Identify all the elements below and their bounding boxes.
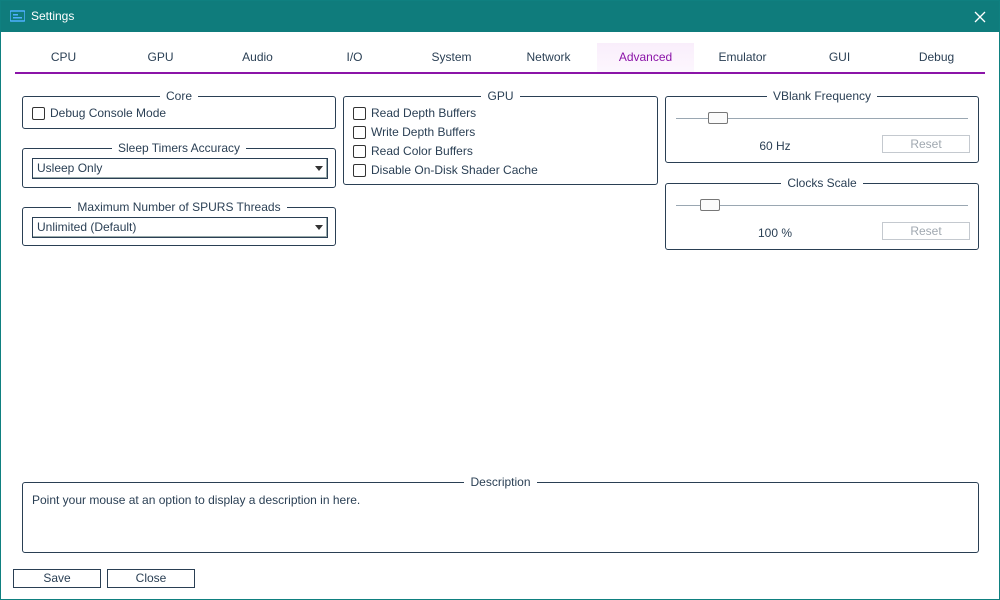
description-group: Description Point your mouse at an optio… — [22, 475, 979, 553]
read-depth-buffers-checkbox[interactable]: Read Depth Buffers — [353, 105, 476, 121]
tab-network[interactable]: Network — [500, 43, 597, 73]
tab-cpu[interactable]: CPU — [15, 43, 112, 73]
debug-console-mode-label: Debug Console Mode — [50, 106, 167, 120]
sleep-timers-group: Sleep Timers Accuracy Usleep Only — [22, 141, 336, 188]
checkbox-box[interactable] — [353, 125, 366, 139]
save-button[interactable]: Save — [13, 569, 101, 588]
app-icon — [9, 10, 26, 22]
vblank-title: VBlank Frequency — [766, 89, 878, 103]
gpu-group-title: GPU — [481, 89, 520, 103]
debug-console-mode-checkbox[interactable]: Debug Console Mode — [32, 105, 166, 121]
tab-gui[interactable]: GUI — [791, 43, 888, 73]
description-title: Description — [464, 475, 537, 489]
spurs-threads-title: Maximum Number of SPURS Threads — [71, 200, 287, 214]
spurs-threads-value: Unlimited (Default) — [37, 220, 137, 234]
read-color-buffers-checkbox[interactable]: Read Color Buffers — [353, 143, 473, 159]
tab-advanced[interactable]: Advanced — [597, 43, 694, 73]
write-depth-buffers-label: Write Depth Buffers — [371, 125, 476, 139]
core-group: Core Debug Console Mode — [22, 89, 336, 129]
clocks-slider-handle[interactable] — [700, 199, 720, 211]
clocks-reset-button[interactable]: Reset — [882, 222, 970, 240]
checkbox-box[interactable] — [353, 144, 366, 158]
sleep-timers-title: Sleep Timers Accuracy — [111, 141, 247, 155]
read-depth-buffers-label: Read Depth Buffers — [371, 106, 477, 120]
settings-window: Settings CPU GPU Audio I/O System Networ… — [0, 0, 1000, 600]
gpu-group: GPU Read Depth Buffers Write Depth Buffe… — [343, 89, 658, 185]
checkbox-box[interactable] — [32, 106, 45, 120]
write-depth-buffers-checkbox[interactable]: Write Depth Buffers — [353, 124, 475, 140]
tab-system[interactable]: System — [403, 43, 500, 73]
clocks-value: 100 % — [757, 226, 793, 240]
tab-io[interactable]: I/O — [306, 43, 403, 73]
tab-underline — [15, 72, 985, 74]
spurs-threads-select[interactable]: Unlimited (Default) — [32, 217, 328, 238]
clocks-scale-title: Clocks Scale — [781, 176, 863, 190]
chevron-down-icon — [311, 159, 327, 178]
chevron-down-icon — [311, 218, 327, 237]
tab-audio[interactable]: Audio — [209, 43, 306, 73]
clocks-scale-group: Clocks Scale 100 % Reset — [665, 176, 979, 250]
vblank-reset-button[interactable]: Reset — [882, 135, 970, 153]
vblank-group: VBlank Frequency 60 Hz Reset — [665, 89, 979, 163]
close-icon[interactable] — [969, 6, 991, 28]
close-button[interactable]: Close — [107, 569, 195, 588]
sleep-timers-select[interactable]: Usleep Only — [32, 158, 328, 179]
core-group-title: Core — [159, 89, 198, 103]
tab-emulator[interactable]: Emulator — [694, 43, 791, 73]
read-color-buffers-label: Read Color Buffers — [371, 144, 473, 158]
tab-gpu[interactable]: GPU — [112, 43, 209, 73]
checkbox-box[interactable] — [353, 163, 366, 177]
window-title: Settings — [31, 9, 75, 23]
disable-shader-cache-label: Disable On-Disk Shader Cache — [371, 163, 538, 177]
tab-bar: CPU GPU Audio I/O System Network Advance… — [15, 43, 985, 74]
spurs-threads-group: Maximum Number of SPURS Threads Unlimite… — [22, 200, 336, 246]
disable-shader-cache-checkbox[interactable]: Disable On-Disk Shader Cache — [353, 162, 538, 178]
vblank-value: 60 Hz — [759, 139, 791, 153]
title-bar: Settings — [1, 1, 999, 32]
tab-debug[interactable]: Debug — [888, 43, 985, 73]
sleep-timers-value: Usleep Only — [37, 161, 103, 175]
vblank-slider-handle[interactable] — [708, 112, 728, 124]
checkbox-box[interactable] — [353, 106, 366, 120]
description-text: Point your mouse at an option to display… — [32, 493, 361, 507]
